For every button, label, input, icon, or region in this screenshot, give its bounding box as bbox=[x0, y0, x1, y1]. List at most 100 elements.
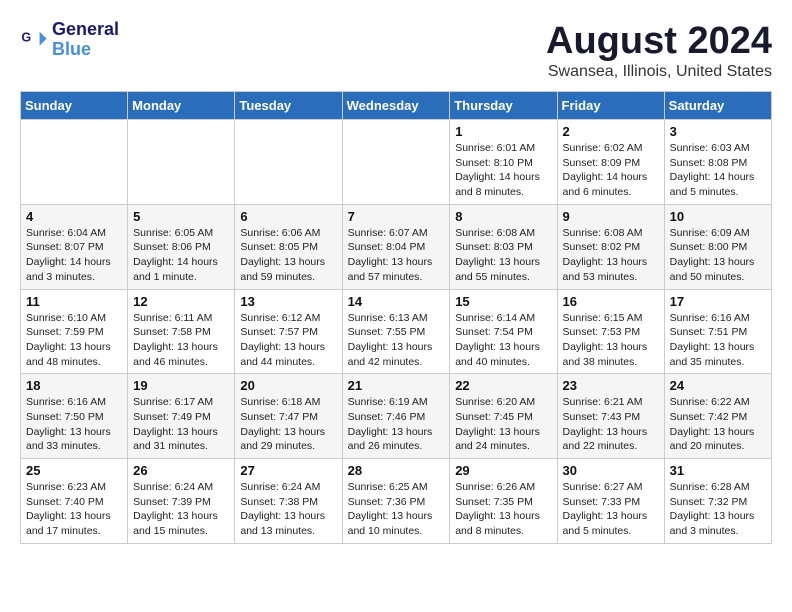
day-cell: 27 Sunrise: 6:24 AMSunset: 7:38 PMDayligh… bbox=[235, 459, 342, 544]
weekday-header-tuesday: Tuesday bbox=[235, 92, 342, 120]
day-cell: 21Sunrise: 6:19 AMSunset: 7:46 PMDayligh… bbox=[342, 374, 450, 459]
day-cell: 7 Sunrise: 6:07 AMSunset: 8:04 PMDaylight… bbox=[342, 204, 450, 289]
subtitle: Swansea, Illinois, United States bbox=[546, 63, 772, 81]
day-number: 21 bbox=[348, 378, 445, 393]
main-title: August 2024 bbox=[546, 20, 772, 63]
day-cell: 29 Sunrise: 6:26 AMSunset: 7:35 PMDayligh… bbox=[450, 459, 557, 544]
day-info: Sunrise: 6:07 AMSunset: 8:04 PMDaylight:… bbox=[348, 226, 445, 285]
day-number: 17 bbox=[670, 294, 766, 309]
day-cell: 4 Sunrise: 6:04 AMSunset: 8:07 PMDaylight… bbox=[21, 204, 128, 289]
day-number: 6 bbox=[240, 209, 336, 224]
day-info: Sunrise: 6:16 AMSunset: 7:51 PMDaylight:… bbox=[670, 311, 766, 370]
day-info: Sunrise: 6:01 AMSunset: 8:10 PMDaylight:… bbox=[455, 141, 551, 200]
day-info: Sunrise: 6:24 AMSunset: 7:39 PMDaylight:… bbox=[133, 480, 229, 539]
day-cell bbox=[128, 120, 235, 205]
day-cell: 23 Sunrise: 6:21 AMSunset: 7:43 PMDayligh… bbox=[557, 374, 664, 459]
day-cell: 5 Sunrise: 6:05 AMSunset: 8:06 PMDaylight… bbox=[128, 204, 235, 289]
day-cell: 6 Sunrise: 6:06 AMSunset: 8:05 PMDaylight… bbox=[235, 204, 342, 289]
day-info: Sunrise: 6:25 AMSunset: 7:36 PMDaylight:… bbox=[348, 480, 445, 539]
day-cell bbox=[235, 120, 342, 205]
day-info: Sunrise: 6:05 AMSunset: 8:06 PMDaylight:… bbox=[133, 226, 229, 285]
day-cell: 2 Sunrise: 6:02 AMSunset: 8:09 PMDaylight… bbox=[557, 120, 664, 205]
day-info: Sunrise: 6:02 AMSunset: 8:09 PMDaylight:… bbox=[563, 141, 659, 200]
day-number: 25 bbox=[26, 463, 122, 478]
day-cell: 19 Sunrise: 6:17 AMSunset: 7:49 PMDayligh… bbox=[128, 374, 235, 459]
day-cell: 3 Sunrise: 6:03 AMSunset: 8:08 PMDaylight… bbox=[664, 120, 771, 205]
day-number: 4 bbox=[26, 209, 122, 224]
day-number: 5 bbox=[133, 209, 229, 224]
week-row-5: 25 Sunrise: 6:23 AMSunset: 7:40 PMDayligh… bbox=[21, 459, 772, 544]
logo-line1: General bbox=[52, 20, 119, 40]
logo-icon: G bbox=[20, 26, 48, 54]
day-cell: 22 Sunrise: 6:20 AMSunset: 7:45 PMDayligh… bbox=[450, 374, 557, 459]
day-number: 12 bbox=[133, 294, 229, 309]
week-row-3: 11Sunrise: 6:10 AMSunset: 7:59 PMDayligh… bbox=[21, 289, 772, 374]
day-number: 14 bbox=[348, 294, 445, 309]
weekday-header-thursday: Thursday bbox=[450, 92, 557, 120]
day-number: 8 bbox=[455, 209, 551, 224]
day-info: Sunrise: 6:04 AMSunset: 8:07 PMDaylight:… bbox=[26, 226, 122, 285]
day-info: Sunrise: 6:26 AMSunset: 7:35 PMDaylight:… bbox=[455, 480, 551, 539]
day-info: Sunrise: 6:10 AMSunset: 7:59 PMDaylight:… bbox=[26, 311, 122, 370]
day-cell: 26Sunrise: 6:24 AMSunset: 7:39 PMDayligh… bbox=[128, 459, 235, 544]
week-row-4: 18Sunrise: 6:16 AMSunset: 7:50 PMDayligh… bbox=[21, 374, 772, 459]
day-cell bbox=[342, 120, 450, 205]
day-info: Sunrise: 6:27 AMSunset: 7:33 PMDaylight:… bbox=[563, 480, 659, 539]
day-cell bbox=[21, 120, 128, 205]
day-number: 9 bbox=[563, 209, 659, 224]
weekday-header-friday: Friday bbox=[557, 92, 664, 120]
day-cell: 14 Sunrise: 6:13 AMSunset: 7:55 PMDayligh… bbox=[342, 289, 450, 374]
day-info: Sunrise: 6:20 AMSunset: 7:45 PMDaylight:… bbox=[455, 395, 551, 454]
weekday-header-row: SundayMondayTuesdayWednesdayThursdayFrid… bbox=[21, 92, 772, 120]
day-cell: 1 Sunrise: 6:01 AMSunset: 8:10 PMDaylight… bbox=[450, 120, 557, 205]
day-number: 7 bbox=[348, 209, 445, 224]
day-number: 30 bbox=[563, 463, 659, 478]
week-row-1: 1 Sunrise: 6:01 AMSunset: 8:10 PMDaylight… bbox=[21, 120, 772, 205]
day-info: Sunrise: 6:08 AMSunset: 8:03 PMDaylight:… bbox=[455, 226, 551, 285]
day-number: 3 bbox=[670, 124, 766, 139]
weekday-header-saturday: Saturday bbox=[664, 92, 771, 120]
day-cell: 15Sunrise: 6:14 AMSunset: 7:54 PMDayligh… bbox=[450, 289, 557, 374]
title-area: August 2024 Swansea, Illinois, United St… bbox=[546, 20, 772, 81]
day-info: Sunrise: 6:21 AMSunset: 7:43 PMDaylight:… bbox=[563, 395, 659, 454]
day-info: Sunrise: 6:18 AMSunset: 7:47 PMDaylight:… bbox=[240, 395, 336, 454]
day-number: 18 bbox=[26, 378, 122, 393]
day-cell: 12Sunrise: 6:11 AMSunset: 7:58 PMDayligh… bbox=[128, 289, 235, 374]
day-cell: 31Sunrise: 6:28 AMSunset: 7:32 PMDayligh… bbox=[664, 459, 771, 544]
day-number: 15 bbox=[455, 294, 551, 309]
day-number: 29 bbox=[455, 463, 551, 478]
day-cell: 30 Sunrise: 6:27 AMSunset: 7:33 PMDayligh… bbox=[557, 459, 664, 544]
day-cell: 8 Sunrise: 6:08 AMSunset: 8:03 PMDaylight… bbox=[450, 204, 557, 289]
day-number: 22 bbox=[455, 378, 551, 393]
day-info: Sunrise: 6:06 AMSunset: 8:05 PMDaylight:… bbox=[240, 226, 336, 285]
day-number: 16 bbox=[563, 294, 659, 309]
day-cell: 9Sunrise: 6:08 AMSunset: 8:02 PMDaylight… bbox=[557, 204, 664, 289]
weekday-header-sunday: Sunday bbox=[21, 92, 128, 120]
weekday-header-monday: Monday bbox=[128, 92, 235, 120]
day-info: Sunrise: 6:17 AMSunset: 7:49 PMDaylight:… bbox=[133, 395, 229, 454]
day-number: 19 bbox=[133, 378, 229, 393]
day-number: 24 bbox=[670, 378, 766, 393]
day-info: Sunrise: 6:24 AMSunset: 7:38 PMDaylight:… bbox=[240, 480, 336, 539]
day-info: Sunrise: 6:03 AMSunset: 8:08 PMDaylight:… bbox=[670, 141, 766, 200]
day-number: 2 bbox=[563, 124, 659, 139]
day-number: 20 bbox=[240, 378, 336, 393]
day-number: 27 bbox=[240, 463, 336, 478]
day-cell: 10Sunrise: 6:09 AMSunset: 8:00 PMDayligh… bbox=[664, 204, 771, 289]
day-info: Sunrise: 6:13 AMSunset: 7:55 PMDaylight:… bbox=[348, 311, 445, 370]
header: G General Blue August 2024 Swansea, Illi… bbox=[20, 20, 772, 81]
day-cell: 16Sunrise: 6:15 AMSunset: 7:53 PMDayligh… bbox=[557, 289, 664, 374]
logo-line2: Blue bbox=[52, 40, 119, 60]
day-info: Sunrise: 6:12 AMSunset: 7:57 PMDaylight:… bbox=[240, 311, 336, 370]
day-info: Sunrise: 6:23 AMSunset: 7:40 PMDaylight:… bbox=[26, 480, 122, 539]
day-cell: 28 Sunrise: 6:25 AMSunset: 7:36 PMDayligh… bbox=[342, 459, 450, 544]
day-number: 28 bbox=[348, 463, 445, 478]
logo: G General Blue bbox=[20, 20, 119, 60]
day-number: 23 bbox=[563, 378, 659, 393]
week-row-2: 4 Sunrise: 6:04 AMSunset: 8:07 PMDaylight… bbox=[21, 204, 772, 289]
day-number: 31 bbox=[670, 463, 766, 478]
day-cell: 11Sunrise: 6:10 AMSunset: 7:59 PMDayligh… bbox=[21, 289, 128, 374]
weekday-header-wednesday: Wednesday bbox=[342, 92, 450, 120]
day-number: 1 bbox=[455, 124, 551, 139]
day-cell: 20 Sunrise: 6:18 AMSunset: 7:47 PMDayligh… bbox=[235, 374, 342, 459]
